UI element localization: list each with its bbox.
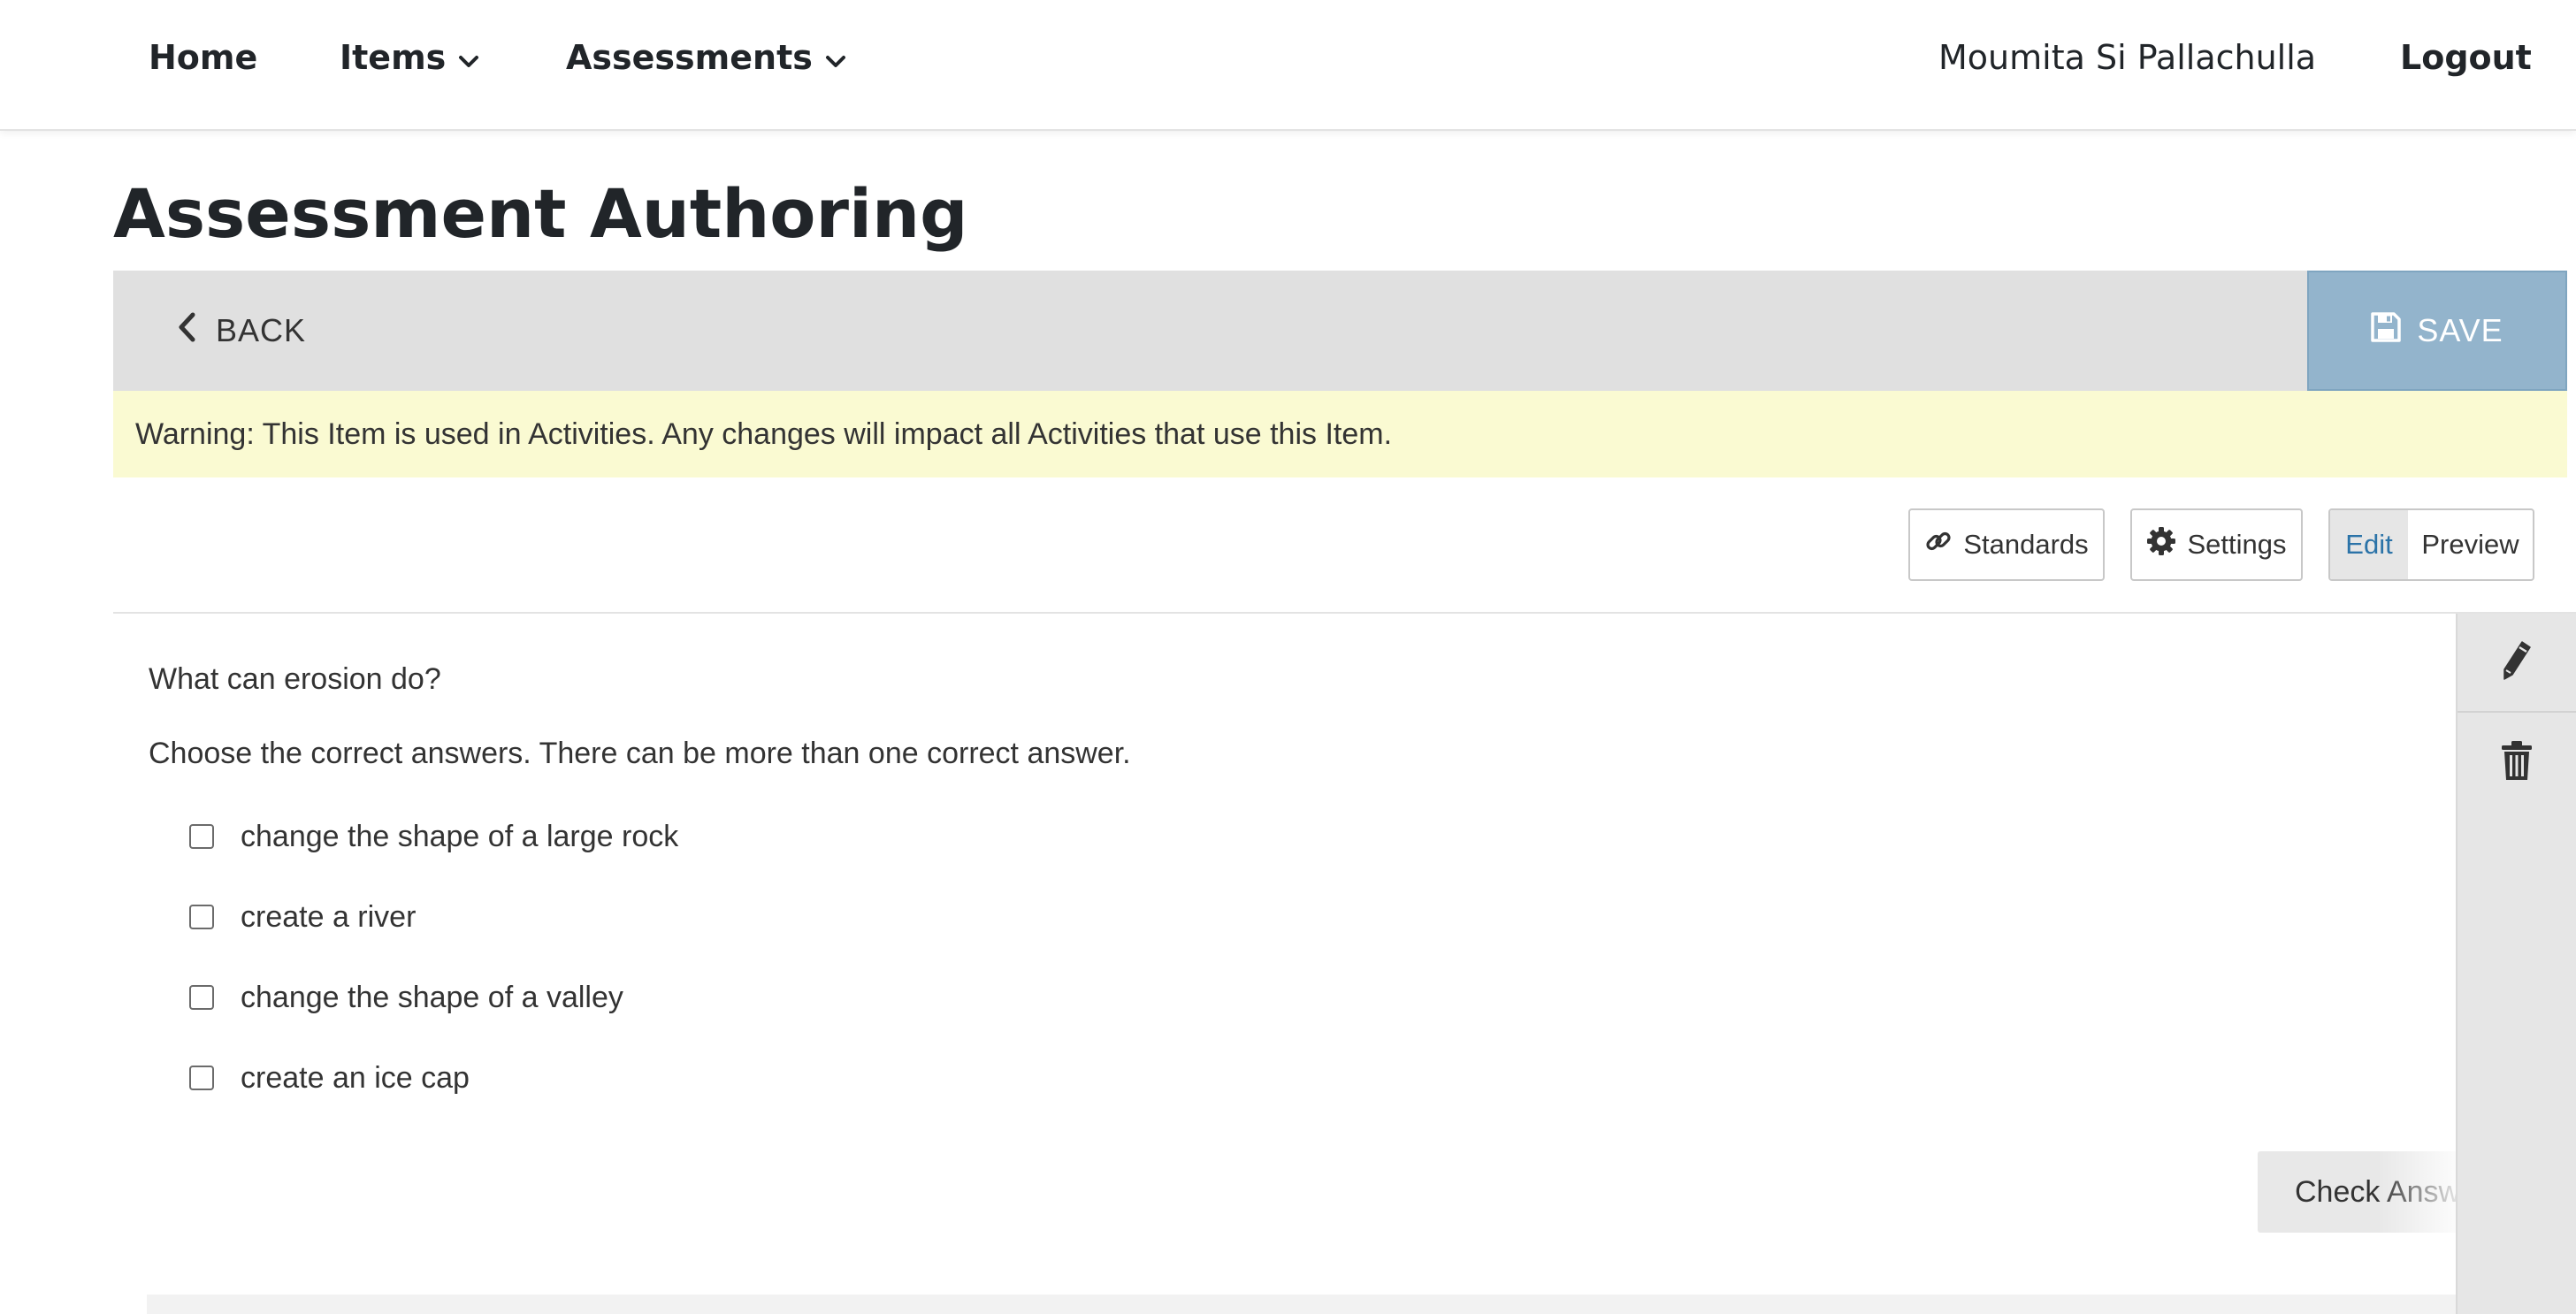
chevron-down-icon [458,34,479,81]
preview-tab[interactable]: Preview [2408,510,2533,579]
check-answer-label: Check Answer [2295,1174,2456,1209]
nav-assessments-label: Assessments [566,38,813,77]
question-side-panel [2456,614,2576,1314]
answer-checkbox[interactable] [189,905,214,929]
back-button[interactable]: BACK [177,304,306,357]
chevron-down-icon [825,34,846,81]
pencil-icon [2501,639,2533,686]
edit-preview-toggle: Edit Preview [2328,508,2534,581]
gear-icon [2146,526,2187,563]
question-editor: What can erosion do? Choose the correct … [113,614,2456,1314]
check-answer-button[interactable]: Check Answer [2258,1151,2456,1233]
answer-option[interactable]: change the shape of a valley [189,976,623,1019]
answer-option[interactable]: create a river [189,896,416,938]
save-label: SAVE [2417,312,2503,348]
page-title: Assessment Authoring [113,174,968,253]
nav-items-label: Items [340,38,447,77]
warning-banner: Warning: This Item is used in Activities… [113,391,2567,477]
question-instruction: Choose the correct answers. There can be… [149,737,1131,770]
question-stem: What can erosion do? [149,662,441,696]
warning-text: Warning: This Item is used in Activities… [135,416,1393,451]
trash-icon [2501,739,2533,786]
answer-option[interactable]: change the shape of a large rock [189,815,678,858]
answer-checkbox[interactable] [189,985,214,1010]
answer-option-label: change the shape of a large rock [241,819,679,853]
top-navbar: Home Items Assessments Moumita Si Pallac… [0,0,2576,131]
settings-button[interactable]: Settings [2130,508,2303,581]
nav-items-dropdown[interactable]: Items [340,34,479,81]
floppy-disk-icon [2371,311,2417,350]
nav-assessments-dropdown[interactable]: Assessments [566,34,846,81]
answer-checkbox[interactable] [189,1066,214,1090]
back-label: BACK [216,312,307,348]
next-section-edge [147,1295,2456,1314]
edit-question-button[interactable] [2458,614,2576,713]
save-button[interactable]: SAVE [2307,271,2567,391]
chevron-left-icon [177,312,216,350]
link-icon [1924,527,1963,562]
settings-label: Settings [2187,529,2287,560]
delete-question-button[interactable] [2458,713,2576,812]
answer-option-label: create an ice cap [241,1060,470,1095]
answer-option[interactable]: create an ice cap [189,1057,470,1099]
user-name: Moumita Si Pallachulla [1938,38,2317,77]
standards-label: Standards [1963,529,2089,560]
authoring-toolbar: BACK SAVE [113,271,2567,391]
logout-link[interactable]: Logout [2400,34,2532,81]
nav-home-link[interactable]: Home [149,34,257,81]
edit-tab[interactable]: Edit [2330,510,2408,579]
answer-option-label: create a river [241,899,417,934]
answer-option-label: change the shape of a valley [241,980,623,1014]
standards-button[interactable]: Standards [1908,508,2105,581]
answer-checkbox[interactable] [189,824,214,849]
